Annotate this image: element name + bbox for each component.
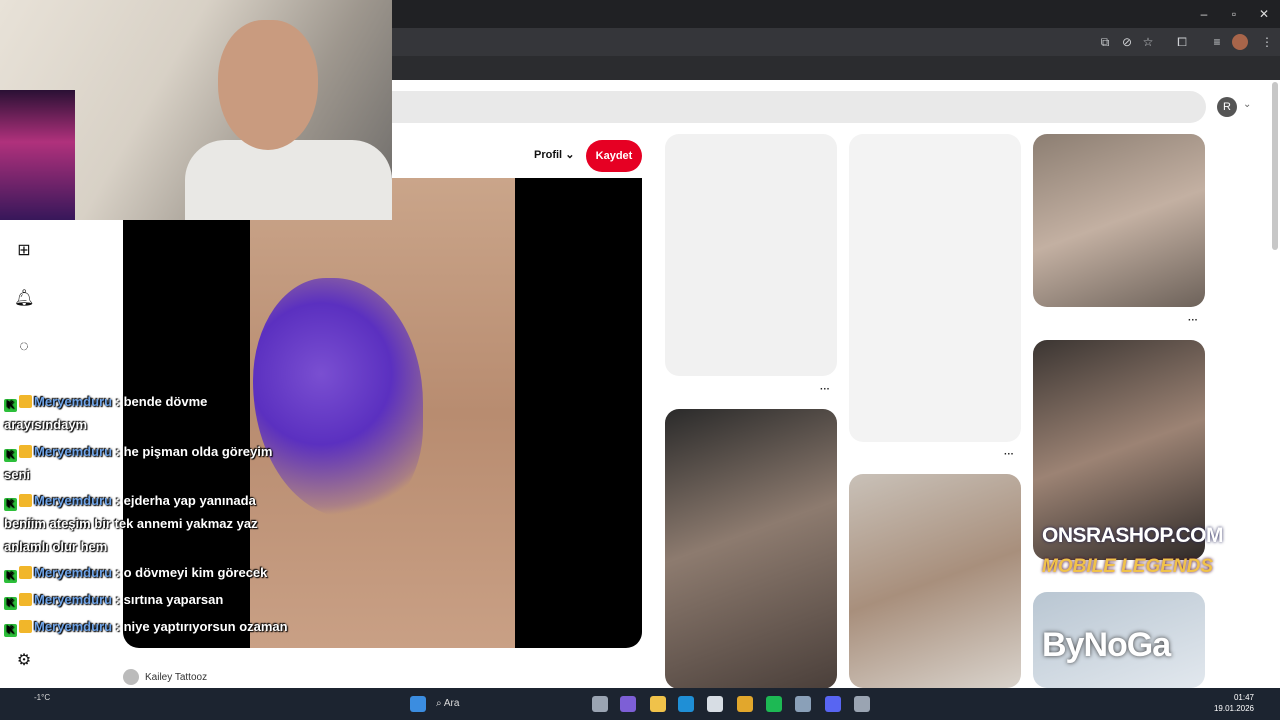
webcam-overlay — [0, 0, 392, 220]
more-options-icon[interactable]: ··· — [818, 385, 832, 395]
crown-badge-icon — [19, 566, 32, 579]
settings-icon[interactable]: ⚙ — [14, 651, 34, 671]
crown-badge-icon — [19, 620, 32, 633]
pin-tile[interactable] — [665, 409, 837, 689]
webcam-pc-case — [0, 90, 75, 220]
chevron-down-icon: ⌄ — [565, 149, 575, 161]
windows-taskbar — [0, 688, 1280, 720]
start-icon[interactable] — [410, 696, 426, 712]
extensions-icon[interactable]: ⧠ — [1174, 34, 1190, 50]
obs-icon[interactable] — [854, 696, 870, 712]
copilot-icon[interactable] — [620, 696, 636, 712]
chevron-down-icon[interactable]: ⌄ — [1243, 99, 1257, 113]
chat-username: Meryemduru — [34, 565, 113, 580]
sponsor-logo-bynogame: ByNoGa — [1042, 626, 1171, 664]
pin-tile[interactable] — [849, 474, 1021, 688]
discord-icon[interactable] — [825, 696, 841, 712]
chat-text: : niye yaptırıyorsun ozaman — [115, 619, 288, 634]
sponsor-logo-onsrashop: ONSRASHOP.COM — [1042, 524, 1223, 547]
chat-message: K Meryemduru : bende dövme — [4, 394, 207, 412]
profile-dropdown[interactable]: Profil ⌄ — [534, 148, 574, 164]
chat-text: : bende dövme — [115, 394, 208, 409]
webcam-person-head — [218, 20, 318, 150]
pin-tile[interactable] — [1033, 134, 1205, 307]
edge-icon[interactable] — [678, 696, 694, 712]
chat-message: K Meryemduru : niye yaptırıyorsun ozaman — [4, 619, 288, 637]
save-button[interactable]: Kaydet — [586, 140, 642, 172]
chat-text: : ejderha yap yanınada — [115, 493, 256, 508]
chat-text: : o dövmeyi kim görecek — [115, 565, 268, 580]
chat-message: K Meryemduru : sırtına yaparsan — [4, 592, 223, 610]
search-input[interactable] — [392, 91, 1206, 123]
more-options-icon[interactable]: ··· — [1186, 316, 1200, 326]
avatar[interactable]: R — [1217, 97, 1237, 117]
chat-message-continued: anlamlı olur hem — [4, 539, 108, 554]
crown-badge-icon — [19, 445, 32, 458]
scrollbar[interactable] — [1272, 82, 1278, 250]
chat-text: : sırtına yaparsan — [115, 592, 224, 607]
profile-icon[interactable] — [1232, 34, 1248, 50]
clock-time: 01:47 — [1233, 693, 1254, 702]
kick-badge-icon: K — [4, 597, 17, 610]
chat-username: Meryemduru — [34, 619, 113, 634]
task-view-icon[interactable] — [592, 696, 608, 712]
media-icon[interactable]: ≡ — [1209, 34, 1225, 50]
taskbar-search[interactable]: ⌕ Ara — [436, 694, 556, 714]
chat-username: Meryemduru — [34, 444, 113, 459]
chat-message-continued: seni — [4, 467, 31, 482]
chat-message: K Meryemduru : ejderha yap yanınada — [4, 493, 256, 511]
chat-message: K Meryemduru : o dövmeyi kim görecek — [4, 565, 267, 583]
pin-author[interactable]: Kailey Tattooz — [145, 672, 207, 683]
kick-badge-icon: K — [4, 570, 17, 583]
store-icon[interactable] — [707, 696, 723, 712]
webcam-person-shirt — [185, 140, 392, 220]
spotify-icon[interactable] — [766, 696, 782, 712]
create-icon[interactable]: ⊞ — [14, 241, 34, 261]
taskbar-search-label: Ara — [443, 698, 460, 709]
chat-message-continued: beniim ateşim bir tek annemi yakmaz yaz — [4, 516, 258, 531]
chat-message-continued: arayısındaym — [4, 417, 88, 432]
chat-username: Meryemduru — [34, 592, 113, 607]
system-clock[interactable]: 01:47 19.01.2026 — [1210, 692, 1254, 714]
chrome-icon[interactable] — [737, 696, 753, 712]
pin-tile[interactable] — [665, 134, 837, 376]
notifications-icon[interactable]: 🔔︎ — [14, 289, 34, 309]
minimize-icon[interactable]: – — [1196, 6, 1212, 22]
crown-badge-icon — [19, 395, 32, 408]
search-icon: ⌕ — [436, 698, 444, 709]
chat-username: Meryemduru — [34, 493, 113, 508]
profile-dropdown-label: Profil — [534, 149, 563, 161]
eye-off-icon[interactable]: ⊘ — [1119, 34, 1135, 50]
menu-icon[interactable]: ⋮ — [1259, 34, 1275, 50]
cast-icon[interactable]: ⧉ — [1097, 34, 1113, 50]
clock-date: 19.01.2026 — [1213, 704, 1254, 713]
maximize-icon[interactable]: ▫ — [1226, 6, 1242, 22]
kick-badge-icon: K — [4, 449, 17, 462]
file-explorer-icon[interactable] — [650, 696, 666, 712]
steam-icon[interactable] — [795, 696, 811, 712]
chat-username: Meryemduru — [34, 394, 113, 409]
kick-badge-icon: K — [4, 624, 17, 637]
close-icon[interactable]: ✕ — [1256, 6, 1272, 22]
pin-tile[interactable] — [849, 134, 1021, 442]
star-icon[interactable]: ☆ — [1140, 34, 1156, 50]
kick-badge-icon: K — [4, 498, 17, 511]
messages-icon[interactable]: ◌ — [14, 337, 34, 357]
weather-widget[interactable]: -1°C — [34, 692, 50, 703]
crown-badge-icon — [19, 593, 32, 606]
sponsor-logo-mobile-legends: MOBILE LEGENDS — [1042, 556, 1214, 577]
chat-text: : he pişman olda göreyim — [115, 444, 273, 459]
kick-badge-icon: K — [4, 399, 17, 412]
more-options-icon[interactable]: ··· — [1002, 450, 1016, 460]
author-avatar[interactable] — [123, 669, 139, 685]
chat-message: K Meryemduru : he pişman olda göreyim — [4, 444, 272, 462]
crown-badge-icon — [19, 494, 32, 507]
